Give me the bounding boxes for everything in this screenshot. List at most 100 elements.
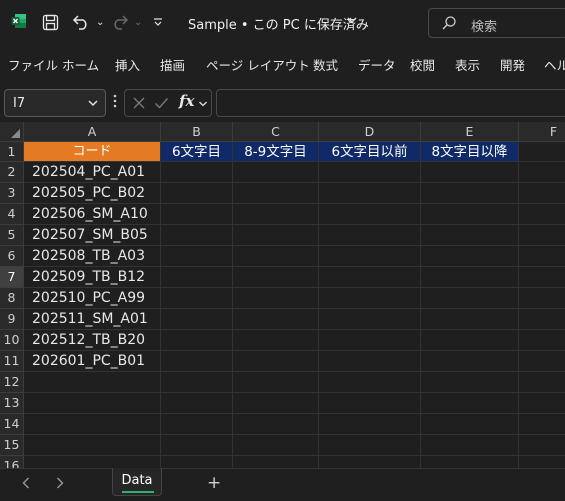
undo-icon[interactable] <box>72 11 90 33</box>
chevron-down-icon[interactable] <box>87 97 99 109</box>
cell-d11[interactable] <box>319 351 421 372</box>
header-cell-8-9th-char[interactable]: 8-9文字目 <box>233 142 319 162</box>
cell-e6[interactable] <box>421 246 519 267</box>
code-cell[interactable]: 202508_TB_A03 <box>24 246 161 267</box>
tab-formulas[interactable]: 数式 <box>313 55 338 74</box>
select-all-button[interactable] <box>0 122 24 142</box>
cell-e12[interactable] <box>421 372 519 393</box>
row-header-15[interactable]: 15 <box>0 435 24 456</box>
cell-d8[interactable] <box>319 288 421 309</box>
more-options-icon[interactable] <box>113 94 117 108</box>
cell-a15[interactable] <box>24 435 161 456</box>
undo-dropdown-icon[interactable]: ⌄ <box>96 11 104 33</box>
row-header-8[interactable]: 8 <box>0 288 24 309</box>
cell-d5[interactable] <box>319 225 421 246</box>
cell-d6[interactable] <box>319 246 421 267</box>
enter-icon[interactable] <box>154 96 169 110</box>
cell-e10[interactable] <box>421 330 519 351</box>
cell-c10[interactable] <box>233 330 319 351</box>
cell-f4[interactable] <box>519 204 565 225</box>
tab-developer[interactable]: 開発 <box>500 55 525 74</box>
column-header-a[interactable]: A <box>24 122 161 142</box>
cell-f2[interactable] <box>519 162 565 183</box>
search-box[interactable]: 検索 <box>428 8 565 38</box>
cell-c7[interactable] <box>233 267 319 288</box>
cell-c9[interactable] <box>233 309 319 330</box>
insert-function-icon[interactable]: fx <box>179 92 194 110</box>
cell-e7[interactable] <box>421 267 519 288</box>
cell-e2[interactable] <box>421 162 519 183</box>
cancel-icon[interactable] <box>132 96 146 110</box>
cell-e16[interactable] <box>421 456 519 468</box>
cell-b7[interactable] <box>161 267 233 288</box>
cell-d9[interactable] <box>319 309 421 330</box>
cell-b8[interactable] <box>161 288 233 309</box>
header-cell-6th-char[interactable]: 6文字目 <box>161 142 233 162</box>
tab-file[interactable]: ファイル <box>8 55 58 74</box>
cell-c11[interactable] <box>233 351 319 372</box>
tab-page-layout[interactable]: ページ レイアウト <box>206 55 310 74</box>
cell-a12[interactable] <box>24 372 161 393</box>
row-header-5[interactable]: 5 <box>0 225 24 246</box>
cell-c15[interactable] <box>233 435 319 456</box>
cell-e3[interactable] <box>421 183 519 204</box>
cell-b4[interactable] <box>161 204 233 225</box>
column-header-d[interactable]: D <box>319 122 421 142</box>
code-cell[interactable]: 202509_TB_B12 <box>24 267 161 288</box>
row-header-4[interactable]: 4 <box>0 204 24 225</box>
row-header-3[interactable]: 3 <box>0 183 24 204</box>
code-cell[interactable]: 202504_PC_A01 <box>24 162 161 183</box>
cell-f3[interactable] <box>519 183 565 204</box>
row-header-12[interactable]: 12 <box>0 372 24 393</box>
row-header-6[interactable]: 6 <box>0 246 24 267</box>
cell-c16[interactable] <box>233 456 319 468</box>
cell-e15[interactable] <box>421 435 519 456</box>
cell-b13[interactable] <box>161 393 233 414</box>
cell-f16[interactable] <box>519 456 565 468</box>
code-cell[interactable]: 202511_SM_A01 <box>24 309 161 330</box>
cell-c14[interactable] <box>233 414 319 435</box>
cell-d13[interactable] <box>319 393 421 414</box>
cell-b5[interactable] <box>161 225 233 246</box>
row-header-9[interactable]: 9 <box>0 309 24 330</box>
cell-e9[interactable] <box>421 309 519 330</box>
cell-d4[interactable] <box>319 204 421 225</box>
code-cell[interactable]: 202507_SM_B05 <box>24 225 161 246</box>
row-header-1[interactable]: 1 <box>0 142 24 162</box>
cell-c5[interactable] <box>233 225 319 246</box>
cell-e11[interactable] <box>421 351 519 372</box>
header-cell-after-8th[interactable]: 8文字目以降 <box>421 142 519 162</box>
cell-f14[interactable] <box>519 414 565 435</box>
row-header-16[interactable]: 16 <box>0 456 24 468</box>
cell-f12[interactable] <box>519 372 565 393</box>
cell-d12[interactable] <box>319 372 421 393</box>
previous-sheet-icon[interactable] <box>22 477 30 493</box>
cell-a16[interactable] <box>24 456 161 468</box>
tab-view[interactable]: 表示 <box>455 55 480 74</box>
column-header-e[interactable]: E <box>421 122 519 142</box>
row-header-2[interactable]: 2 <box>0 162 24 183</box>
cell-f9[interactable] <box>519 309 565 330</box>
cell-b12[interactable] <box>161 372 233 393</box>
cell-c12[interactable] <box>233 372 319 393</box>
row-header-10[interactable]: 10 <box>0 330 24 351</box>
tab-data[interactable]: データ <box>358 55 396 74</box>
cell-a14[interactable] <box>24 414 161 435</box>
cell-b6[interactable] <box>161 246 233 267</box>
code-cell[interactable]: 202601_PC_B01 <box>24 351 161 372</box>
cell-b3[interactable] <box>161 183 233 204</box>
cell-d16[interactable] <box>319 456 421 468</box>
cell-c3[interactable] <box>233 183 319 204</box>
cell-a13[interactable] <box>24 393 161 414</box>
cell-b10[interactable] <box>161 330 233 351</box>
cell-e4[interactable] <box>421 204 519 225</box>
tab-help[interactable]: ヘル <box>544 55 565 74</box>
save-icon[interactable] <box>42 11 59 33</box>
header-cell-code[interactable]: コード <box>24 142 161 162</box>
document-title[interactable]: Sample • この PC に保存済み <box>188 14 369 33</box>
chevron-down-icon[interactable] <box>198 99 208 109</box>
cell-e5[interactable] <box>421 225 519 246</box>
cell-f5[interactable] <box>519 225 565 246</box>
redo-icon[interactable] <box>111 11 129 33</box>
cell-b2[interactable] <box>161 162 233 183</box>
